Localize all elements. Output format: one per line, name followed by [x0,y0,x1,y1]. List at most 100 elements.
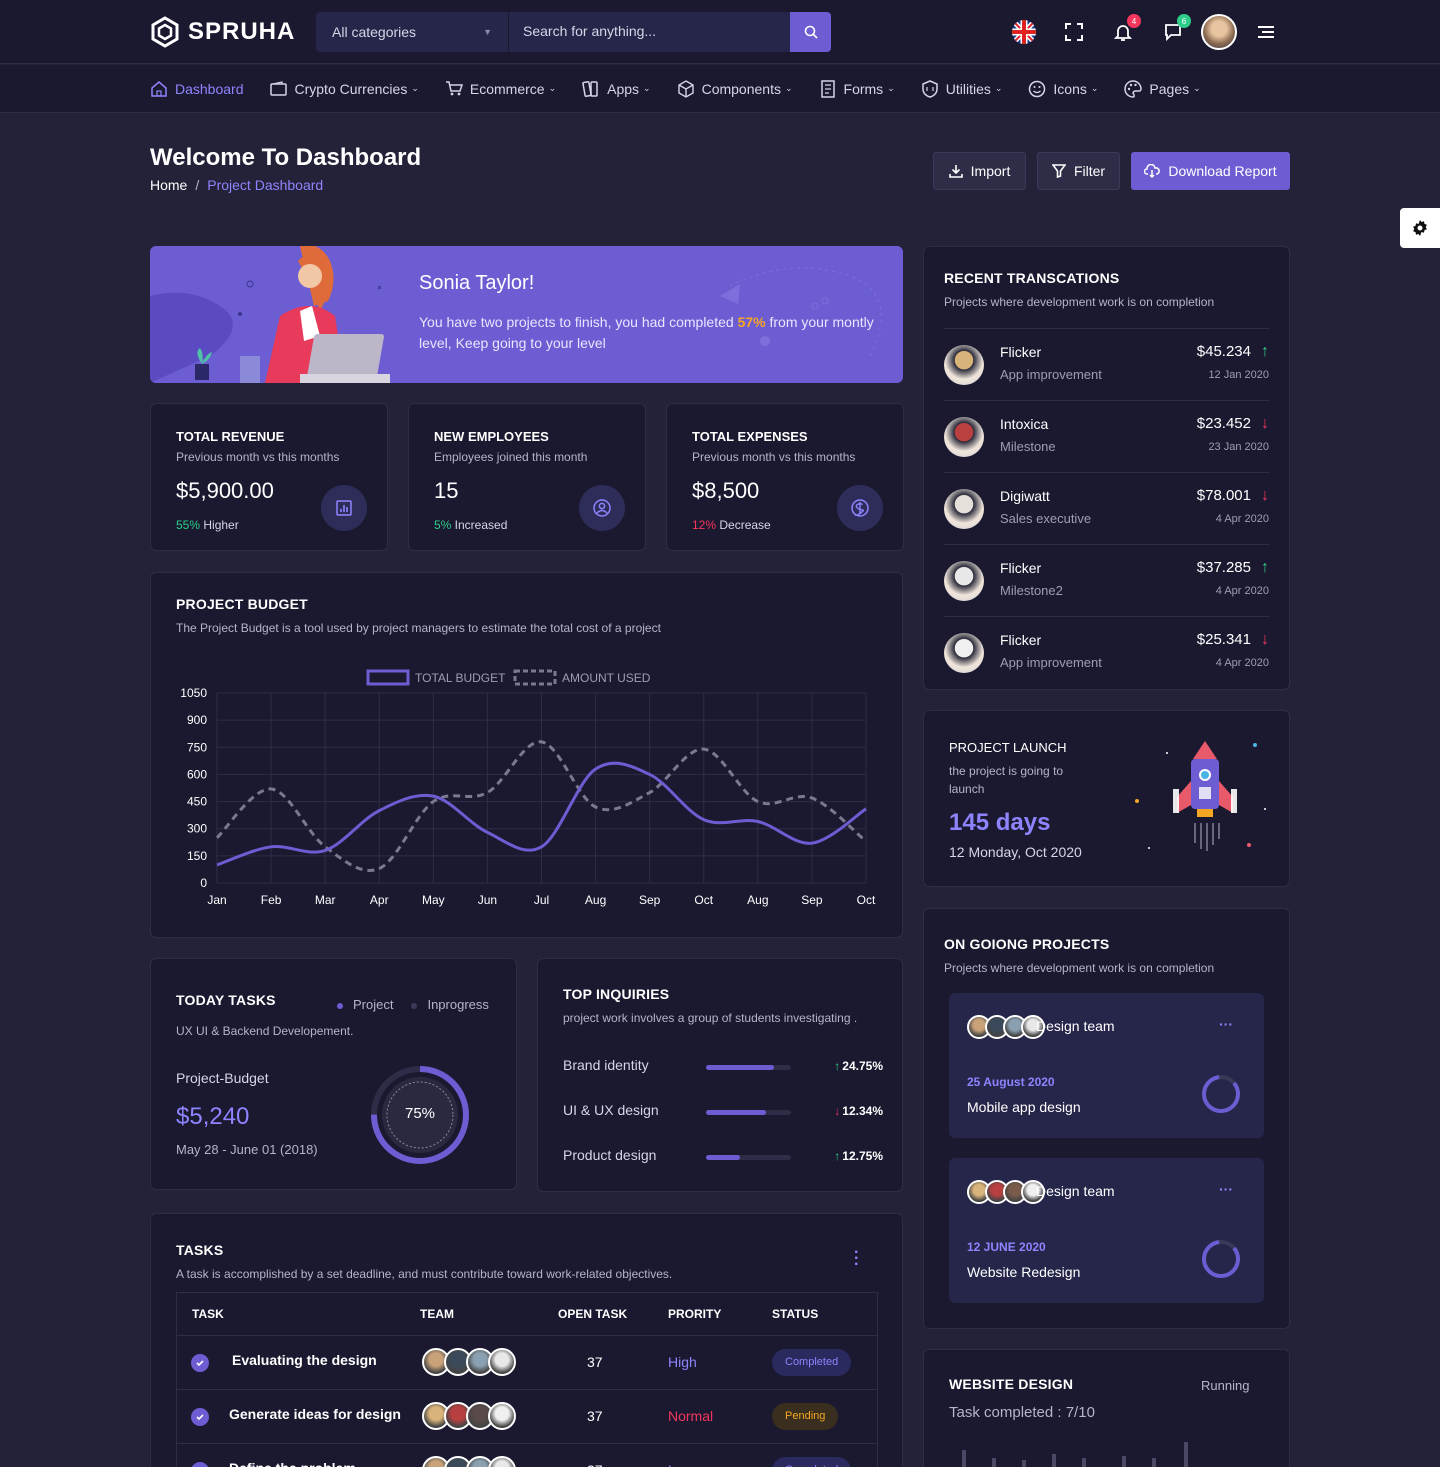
table-header: PRORITY [668,1307,722,1321]
nav-item-apps[interactable]: Apps ⌄ [582,80,651,98]
table-header: TEAM [420,1307,454,1321]
inquiry-name: Product design [563,1147,657,1163]
inquiry-percent: ↑ 12.75% [834,1149,883,1163]
search-input[interactable]: Search for anything... [509,12,790,52]
team-avatars [967,1015,1045,1039]
import-button[interactable]: Import [933,152,1026,190]
today-date-range: May 28 - June 01 (2018) [176,1142,318,1157]
website-design-card: WEBSITE DESIGN Running Task completed : … [923,1349,1290,1467]
ongoing-project-item[interactable]: Design team ··· 25 August 2020 Mobile app d… [949,993,1264,1138]
project-budget-card: PROJECT BUDGET The Project Budget is a t… [150,572,903,938]
task-priority: Normal [668,1408,714,1424]
nav-item-forms[interactable]: Forms ⌄ [819,79,895,98]
ongoing-project-item[interactable]: Design team ··· 12 JUNE 2020 Website Redesi… [949,1158,1264,1303]
trend-arrow-icon: ↑ [1261,343,1269,360]
filter-button[interactable]: Filter [1037,152,1120,190]
nav-item-crypto-currencies[interactable]: Crypto Currencies ⌄ [269,80,419,98]
chevron-down-icon: ⌄ [643,83,651,93]
x-tick-label: May [422,893,445,907]
more-options-icon[interactable]: ··· [1219,1181,1233,1197]
fullscreen-icon [1065,23,1083,41]
ongoing-title: ON GOIONG PROJECTS [944,936,1110,952]
transaction-row[interactable]: Flicker Milestone2 $37.285 ↑ 4 Apr 2020 [944,544,1269,616]
inquiry-percent-value: 12.34% [842,1104,883,1118]
transaction-row[interactable]: Flicker App improvement $45.234 ↑ 12 Jan 202… [944,328,1269,400]
stat-change-text: Higher [200,518,239,532]
transaction-desc: Milestone2 [1000,583,1063,598]
progress-ring-icon [1202,1075,1240,1113]
breadcrumb-separator: / [195,177,200,193]
transaction-row[interactable]: Flicker App improvement $25.341 ↓ 4 Apr 2020 [944,616,1269,688]
home-icon [151,80,167,97]
welcome-banner: Sonia Taylor! You have two projects to f… [150,246,903,383]
x-tick-label: Jan [207,893,226,907]
nav-item-icons[interactable]: Icons ⌄ [1028,80,1098,98]
today-tasks-card: TODAY TASKS Project Inprogress UX UI & B… [150,958,517,1190]
brand-logo[interactable]: SPRUHA [150,16,295,48]
box-icon [677,79,694,98]
stat-change-percent: 12% [692,518,717,532]
today-budget-value: $5,240 [176,1103,250,1130]
launch-title: PROJECT LAUNCH [949,740,1067,755]
nav-item-pages[interactable]: Pages ⌄ [1124,79,1201,98]
stat-subtitle: Previous month vs this months [692,450,856,464]
today-tasks-title: TODAY TASKS [176,992,276,1008]
nav-item-utilities[interactable]: Utilities ⌄ [921,79,1002,98]
transaction-row[interactable]: Intoxica Milestone $23.452 ↓ 23 Jan 2020 [944,400,1269,472]
stat-subtitle: Previous month vs this months [176,450,340,464]
task-priority: High [668,1354,697,1370]
transaction-row[interactable]: Digiwatt Sales executive $78.001 ↓ 4 Apr 202… [944,472,1269,544]
sidebar-toggle-button[interactable] [1252,18,1280,46]
search-bar: All categories ▼ Search for anything... [316,12,831,52]
download-report-button[interactable]: Download Report [1131,152,1290,190]
notifications-button[interactable]: 4 [1109,14,1141,46]
download-icon [948,165,963,178]
user-avatar[interactable] [1201,14,1237,50]
legend-swatch-used [513,669,557,686]
tasks-more-icon[interactable]: · · · [854,1245,859,1273]
search-button[interactable] [790,12,831,52]
fullscreen-button[interactable] [1060,18,1088,46]
message-count-badge: 6 [1177,14,1191,28]
x-tick-label: Aug [585,893,606,907]
language-flag-button[interactable] [1010,18,1038,46]
legend-inprogress: Inprogress [411,997,489,1012]
messages-button[interactable]: 6 [1159,14,1191,46]
transaction-name: Flicker [1000,560,1042,576]
task-checkbox[interactable] [191,1462,209,1467]
table-header: STATUS [772,1307,819,1321]
nav-item-label: Ecommerce [469,80,545,97]
avatar [944,561,984,601]
main-nav: Dashboard Crypto Currencies ⌄ Ecommerce ⌄ App… [0,65,1440,113]
breadcrumb-home[interactable]: Home [150,177,187,193]
nav-item-dashboard[interactable]: Dashboard [150,80,244,98]
nav-item-label: Apps [607,80,640,97]
smile-icon [1029,80,1046,97]
category-select[interactable]: All categories ▼ [316,12,509,52]
nav-item-components[interactable]: Components ⌄ [677,79,793,98]
palette-icon [1124,79,1143,98]
nav-item-label: Crypto Currencies [294,80,408,97]
more-options-icon[interactable]: ··· [1219,1016,1233,1032]
trend-arrow-icon: ↓ [1261,487,1269,504]
team-avatars [422,1456,516,1467]
transaction-amount: $23.452 [1196,415,1251,432]
settings-tab[interactable] [1400,208,1440,248]
legend-swatch-budget [366,669,410,686]
wallet-icon [269,80,287,96]
task-checkbox[interactable] [191,1408,209,1426]
legend-label-used: AMOUNT USED [562,671,651,685]
nav-item-label: Icons [1053,80,1087,97]
task-checkbox[interactable] [191,1354,209,1372]
nav-item-ecommerce[interactable]: Ecommerce ⌄ [445,80,556,98]
stat-card-new-employees: NEW EMPLOYEES Employees joined this month… [408,403,646,551]
launch-days: 145 days [949,809,1051,836]
transaction-name: Flicker [1000,632,1042,648]
transaction-date: 4 Apr 2020 [1215,513,1269,525]
stat-label: NEW EMPLOYEES [434,429,549,444]
table-row: Generate ideas for design 37 Normal Pending [177,1389,877,1443]
apps-icon [582,80,598,97]
inquiry-row: Brand identity ↑ 24.75% [563,1057,883,1077]
inquiries-title: TOP INQUIRIES [563,986,670,1002]
y-tick-label: 900 [187,713,207,727]
